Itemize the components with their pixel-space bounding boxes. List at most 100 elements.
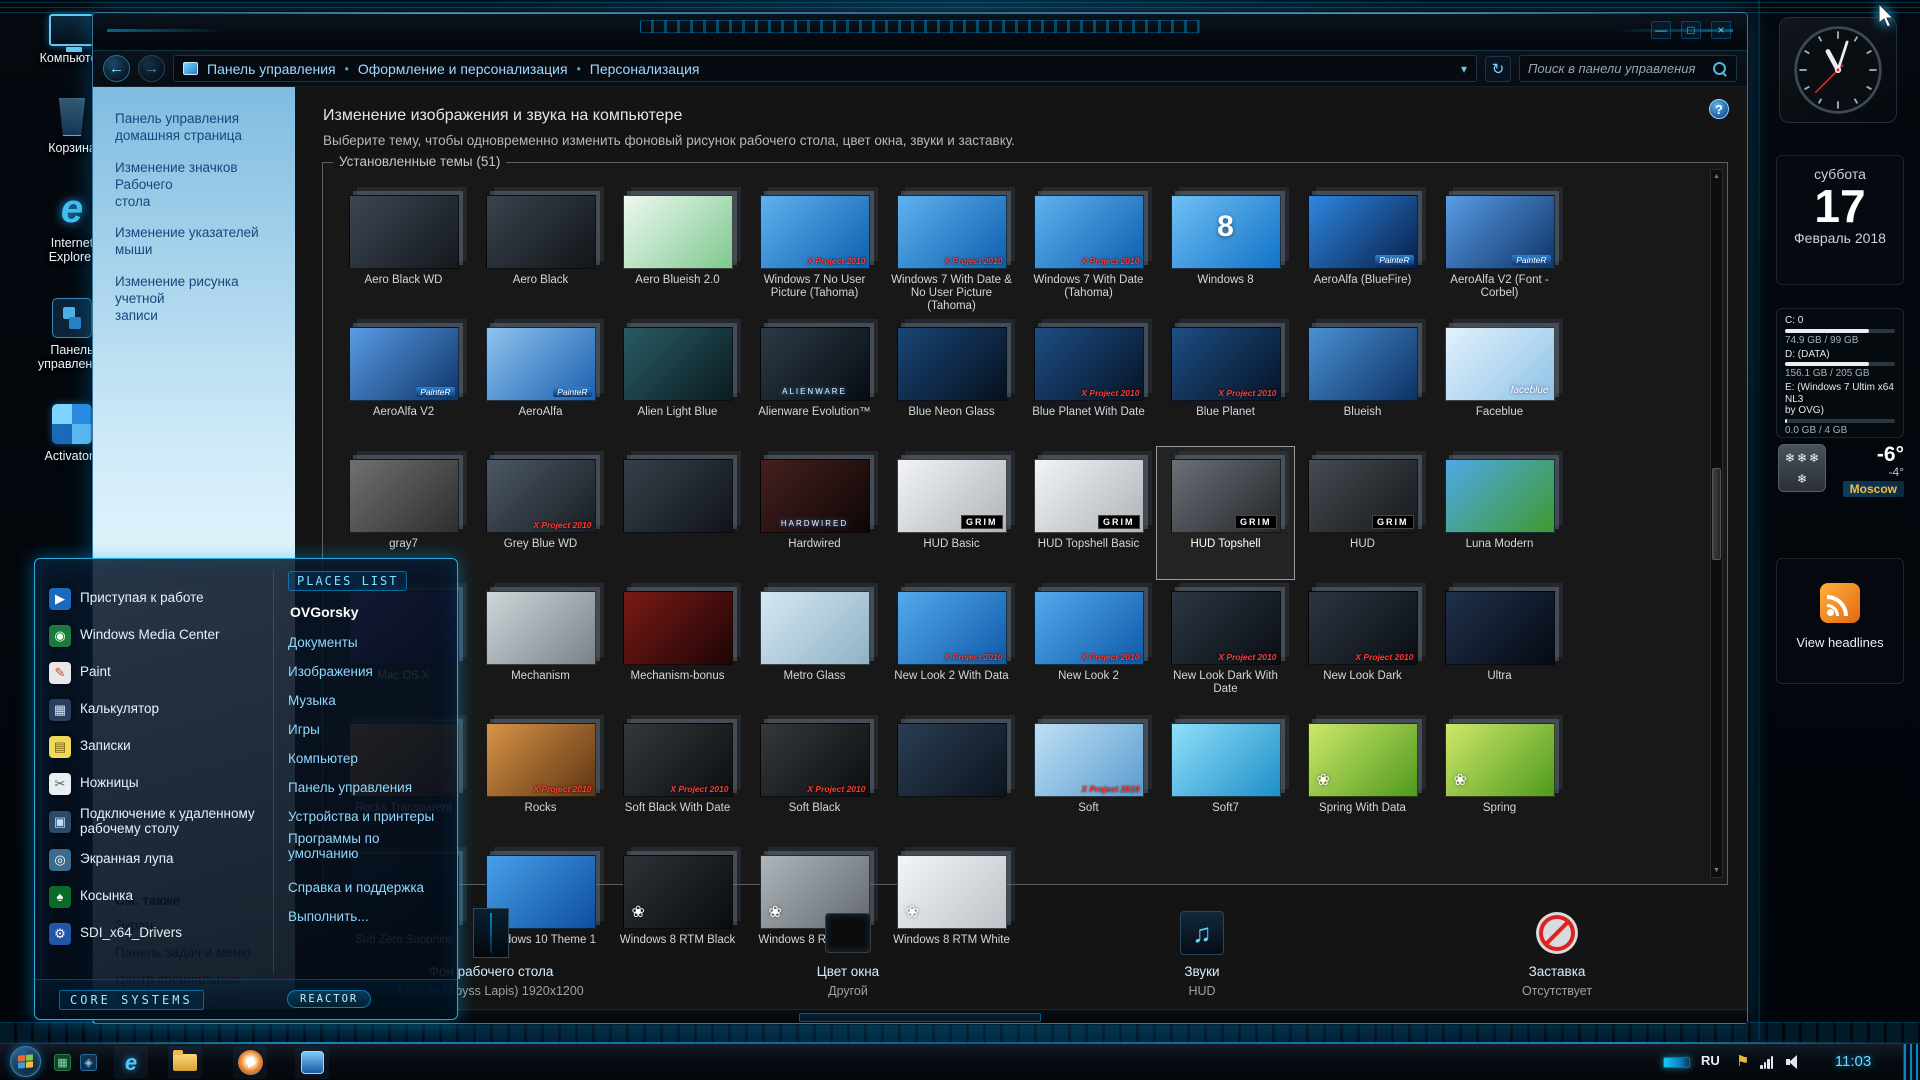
- theme-component-sounds[interactable]: ♫ЗвукиHUD: [1082, 907, 1322, 998]
- theme-item[interactable]: Aero Blueish 2.0: [609, 183, 746, 315]
- start-menu-item[interactable]: ✎Paint: [49, 659, 261, 686]
- start-menu-item[interactable]: ◉Windows Media Center: [49, 622, 261, 649]
- search-input[interactable]: [1528, 61, 1706, 76]
- theme-item[interactable]: X Project 2010New Look 2: [1020, 579, 1157, 711]
- breadcrumb-item[interactable]: Персонализация: [590, 61, 700, 77]
- start-menu-place[interactable]: Музыка: [288, 686, 445, 715]
- theme-item[interactable]: X Project 2010Blue Planet With Date: [1020, 315, 1157, 447]
- chevron-down-icon[interactable]: ▾: [1461, 62, 1467, 76]
- media-player-icon[interactable]: [233, 1046, 267, 1079]
- start-menu-place[interactable]: Программы по умолчанию: [288, 831, 445, 860]
- theme-item[interactable]: faceblueFaceblue: [1431, 315, 1568, 447]
- start-menu-place[interactable]: Панель управления: [288, 773, 445, 802]
- start-button[interactable]: [10, 1046, 41, 1077]
- start-menu-item[interactable]: ⚙SDI_x64_Drivers: [49, 920, 261, 947]
- theme-item[interactable]: GRIMHUD Basic: [883, 447, 1020, 579]
- theme-item[interactable]: Blue Neon Glass: [883, 315, 1020, 447]
- scroll-up-icon[interactable]: ▲: [1711, 170, 1722, 183]
- help-icon[interactable]: ?: [1709, 99, 1729, 119]
- start-menu-place[interactable]: Устройства и принтеры: [288, 802, 445, 831]
- theme-item[interactable]: Ultra: [1431, 579, 1568, 711]
- theme-item[interactable]: PainteRAeroAlfa V2: [335, 315, 472, 447]
- theme-item[interactable]: 8Windows 8: [1157, 183, 1294, 315]
- theme-item[interactable]: PainteRAeroAlfa: [472, 315, 609, 447]
- language-indicator[interactable]: RU: [1701, 1053, 1720, 1068]
- theme-item[interactable]: X Project 2010Soft Black With Date: [609, 711, 746, 843]
- theme-item[interactable]: X Project 2010Rocks: [472, 711, 609, 843]
- theme-item[interactable]: X Project 2010Blue Planet: [1157, 315, 1294, 447]
- theme-item[interactable]: Aero Black: [472, 183, 609, 315]
- close-icon[interactable]: ×: [1711, 21, 1731, 39]
- maximize-icon[interactable]: □: [1681, 21, 1701, 39]
- scrollbar-thumb[interactable]: [1712, 468, 1721, 560]
- volume-icon[interactable]: [1786, 1055, 1802, 1069]
- start-menu-system-link[interactable]: Справка и поддержка: [288, 873, 445, 902]
- network-icon[interactable]: [1760, 1056, 1776, 1069]
- breadcrumb-item[interactable]: Оформление и персонализация: [358, 61, 568, 77]
- pinned-app-icon[interactable]: [295, 1046, 329, 1079]
- sidebar-link[interactable]: Изменение указателей мыши: [115, 225, 280, 259]
- start-menu-user[interactable]: OVGorsky: [290, 604, 445, 620]
- start-menu-item[interactable]: ◎Экранная лупа: [49, 846, 261, 873]
- file-explorer-icon[interactable]: [168, 1046, 202, 1079]
- weather-city[interactable]: Moscow: [1843, 481, 1904, 497]
- start-menu-item[interactable]: ▦Калькулятор: [49, 696, 261, 723]
- start-menu-item[interactable]: ✂Ножницы: [49, 770, 261, 797]
- theme-item[interactable]: X Project 2010New Look Dark With Date: [1157, 579, 1294, 711]
- forward-icon[interactable]: →: [138, 55, 165, 82]
- theme-item[interactable]: PainteRAeroAlfa (BlueFire): [1294, 183, 1431, 315]
- reactor-button[interactable]: REACTOR: [287, 990, 371, 1008]
- internet-explorer-icon[interactable]: e: [114, 1046, 148, 1079]
- search-icon[interactable]: [1712, 61, 1728, 77]
- start-menu-item[interactable]: ♠Косынка: [49, 883, 261, 910]
- taskbar-clock[interactable]: 11:03: [1822, 1053, 1884, 1070]
- theme-item[interactable]: GRIMHUD Topshell: [1157, 447, 1294, 579]
- theme-item[interactable]: ALIENWAREAlienware Evolution™: [746, 315, 883, 447]
- theme-item[interactable]: [609, 447, 746, 579]
- sidebar-link[interactable]: Панель управления домашняя страница: [115, 111, 280, 145]
- start-menu-place[interactable]: Компьютер: [288, 744, 445, 773]
- themes-scrollbar[interactable]: ▲ ▼: [1710, 169, 1723, 878]
- theme-item[interactable]: Mechanism-bonus: [609, 579, 746, 711]
- theme-item[interactable]: Luna Modern: [1431, 447, 1568, 579]
- theme-item[interactable]: X Project 2010Windows 7 No User Picture …: [746, 183, 883, 315]
- theme-item[interactable]: PainteRAeroAlfa V2 (Font - Corbel): [1431, 183, 1568, 315]
- rss-label[interactable]: View headlines: [1796, 635, 1883, 650]
- scroll-down-icon[interactable]: ▼: [1711, 864, 1722, 877]
- theme-item[interactable]: ❀Spring With Data: [1294, 711, 1431, 843]
- theme-component-color[interactable]: Цвет окнаДругой: [728, 907, 968, 998]
- theme-component-saver[interactable]: ЗаставкаОтсутствует: [1437, 907, 1677, 998]
- breadcrumb-item[interactable]: Панель управления: [207, 61, 336, 77]
- theme-item[interactable]: HARDWIREDHardwired: [746, 447, 883, 579]
- start-menu-item[interactable]: ▶Приступая к работе: [49, 585, 261, 612]
- theme-item[interactable]: GRIMHUD: [1294, 447, 1431, 579]
- theme-item[interactable]: Soft7: [1157, 711, 1294, 843]
- start-menu-place[interactable]: Игры: [288, 715, 445, 744]
- theme-item[interactable]: ❀Spring: [1431, 711, 1568, 843]
- action-center-flag-icon[interactable]: ⚑: [1736, 1052, 1749, 1070]
- theme-item[interactable]: Blueish: [1294, 315, 1431, 447]
- theme-item[interactable]: Mechanism: [472, 579, 609, 711]
- theme-item[interactable]: X Project 2010New Look Dark: [1294, 579, 1431, 711]
- theme-item[interactable]: GRIMHUD Topshell Basic: [1020, 447, 1157, 579]
- refresh-icon[interactable]: ↻: [1485, 56, 1511, 82]
- sidebar-link[interactable]: Изменение значков Рабочего стола: [115, 160, 280, 211]
- back-icon[interactable]: ←: [103, 55, 130, 82]
- theme-item[interactable]: Alien Light Blue: [609, 315, 746, 447]
- show-desktop-button[interactable]: [1903, 1044, 1920, 1080]
- window-titlebar[interactable]: — □ ×: [93, 13, 1747, 51]
- theme-item[interactable]: X Project 2010Windows 7 With Date & No U…: [883, 183, 1020, 315]
- start-menu-item[interactable]: ▣Подключение к удаленному рабочему столу: [49, 807, 261, 836]
- theme-item[interactable]: X Project 2010Grey Blue WD: [472, 447, 609, 579]
- quick-launch-icon-2[interactable]: ◈: [80, 1054, 97, 1071]
- start-menu-place[interactable]: Изображения: [288, 657, 445, 686]
- rss-icon[interactable]: [1820, 583, 1860, 623]
- theme-item[interactable]: X Project 2010Windows 7 With Date (Tahom…: [1020, 183, 1157, 315]
- theme-item[interactable]: X Project 2010Soft Black: [746, 711, 883, 843]
- theme-item[interactable]: X Project 2010New Look 2 With Data: [883, 579, 1020, 711]
- breadcrumb[interactable]: Панель управления•Оформление и персонали…: [173, 55, 1477, 82]
- sidebar-link[interactable]: Изменение рисунка учетной записи: [115, 274, 280, 325]
- theme-item[interactable]: Metro Glass: [746, 579, 883, 711]
- theme-item[interactable]: Aero Black WD: [335, 183, 472, 315]
- start-menu-place[interactable]: Документы: [288, 628, 445, 657]
